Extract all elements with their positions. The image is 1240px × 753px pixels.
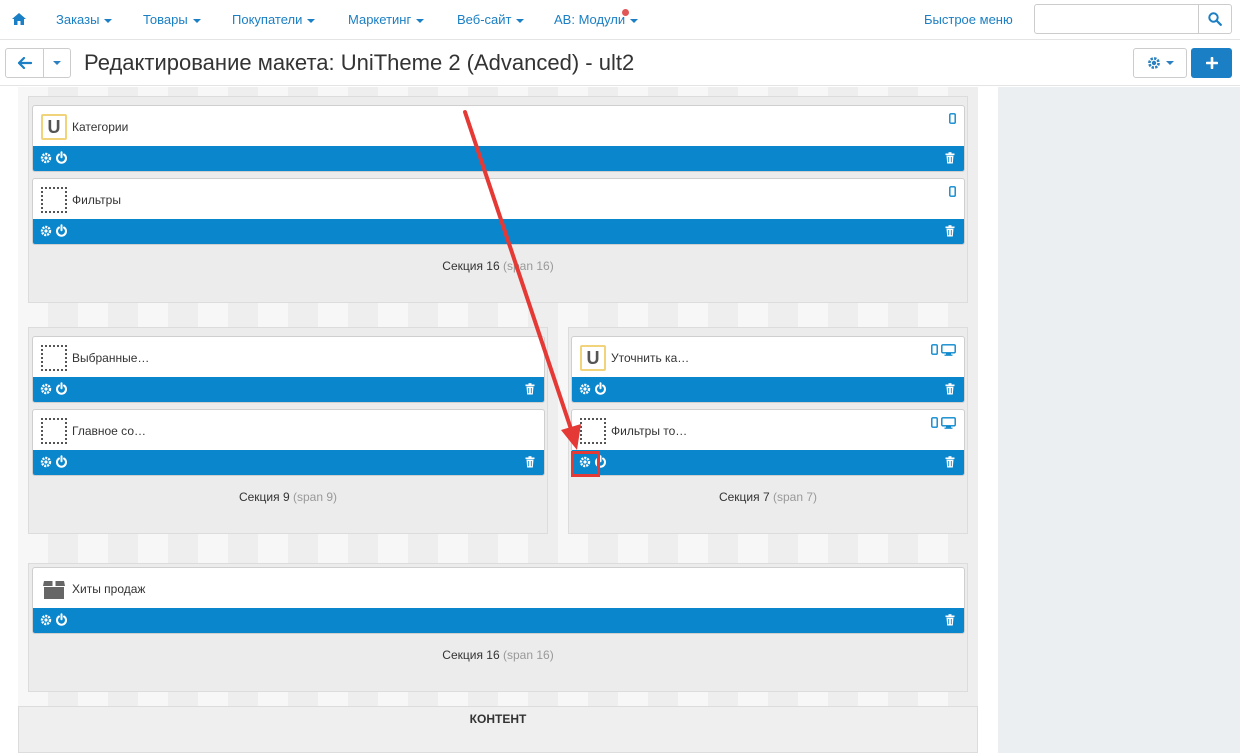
chevron-down-icon [416,18,425,23]
unitheme-u-icon: U [41,114,67,140]
block-selected[interactable]: Выбранные… [32,336,545,403]
trash-icon[interactable] [945,225,955,237]
container-label: КОНТЕНТ [469,712,527,726]
block-toolbar [33,146,964,171]
search-field [1034,4,1232,34]
block-main-content[interactable]: Главное со… [32,409,545,476]
home-icon[interactable] [11,11,27,27]
quick-menu-link[interactable]: Быстрое меню [924,12,1013,27]
block-categories[interactable]: U Категории [32,105,965,172]
chevron-down-icon [104,18,113,23]
nav-item-products[interactable]: Товары [143,12,201,27]
gear-icon[interactable] [40,614,52,626]
block-toolbar [33,608,964,633]
top-navbar: Заказы Товары Покупатели Маркетинг Веб-с… [0,0,1240,40]
block-name: Фильтры то… [611,424,688,438]
empty-block-icon [41,345,67,371]
phone-icon [949,186,956,197]
block-toolbar [33,377,544,402]
power-icon[interactable] [55,382,68,395]
right-sidebar-panel [998,87,1240,753]
title-bar: Редактирование макета: UniTheme 2 (Advan… [0,40,1240,86]
block-refine-categories[interactable]: U Уточнить ка… [571,336,965,403]
gear-icon[interactable] [40,225,52,237]
block-name: Хиты продаж [72,582,146,596]
block-name: Выбранные… [72,351,150,365]
trash-icon[interactable] [945,383,955,395]
block-toolbar [572,377,964,402]
block-product-filters[interactable]: Фильтры то… [571,409,965,476]
power-icon[interactable] [55,613,68,626]
notification-dot [622,9,629,16]
block-name: Фильтры [72,193,121,207]
gear-icon[interactable] [40,456,52,468]
grid-title: Секция 7 (span 7) [718,490,818,504]
block-toolbar [33,219,964,244]
box-icon [41,576,67,602]
nav-item-customers[interactable]: Покупатели [232,12,316,27]
nav-item-marketing[interactable]: Маркетинг [348,12,425,27]
block-toolbar [33,450,544,475]
empty-block-icon [580,418,606,444]
trash-icon[interactable] [525,456,535,468]
unitheme-u-icon: U [580,345,606,371]
block-name: Категории [72,120,129,134]
trash-icon[interactable] [945,456,955,468]
nav-item-website[interactable]: Веб-сайт [457,12,525,27]
back-button[interactable] [6,49,44,77]
content-container[interactable]: КОНТЕНТ [18,706,978,753]
phone-icon [931,417,938,428]
grid-title: Секция 16 (span 16) [442,259,554,273]
chevron-down-icon [192,18,201,23]
chevron-down-icon [53,61,61,65]
empty-block-icon [41,418,67,444]
power-icon[interactable] [55,455,68,468]
power-icon[interactable] [55,151,68,164]
trash-icon[interactable] [945,614,955,626]
gear-icon[interactable] [579,383,591,395]
search-button[interactable] [1198,5,1231,33]
block-toolbar [572,450,964,475]
grid-title: Секция 16 (span 16) [442,648,554,662]
nav-item-orders[interactable]: Заказы [56,12,113,27]
arrow-left-icon [17,57,32,69]
trash-icon[interactable] [525,383,535,395]
gear-icon [1147,57,1160,69]
page-title: Редактирование макета: UniTheme 2 (Advan… [84,50,635,75]
search-input[interactable] [1035,5,1199,33]
settings-dropdown-button[interactable] [1133,48,1187,78]
add-button[interactable] [1191,48,1232,78]
chevron-down-icon [516,18,525,23]
block-name: Главное со… [72,424,146,438]
power-icon[interactable] [55,224,68,237]
grid-title: Секция 9 (span 9) [238,490,338,504]
highlight-box [571,451,600,477]
block-filters[interactable]: Фильтры [32,178,965,245]
trash-icon[interactable] [945,152,955,164]
desktop-icon [941,417,956,429]
block-name: Уточнить ка… [611,351,690,365]
history-dropdown-button[interactable] [44,49,70,77]
phone-icon [931,344,938,355]
phone-icon [949,113,956,124]
empty-block-icon [41,187,67,213]
desktop-icon [941,344,956,356]
gear-icon[interactable] [40,383,52,395]
plus-icon [1205,57,1218,69]
gear-icon[interactable] [40,152,52,164]
back-button-group [5,48,71,78]
block-bestsellers[interactable]: Хиты продаж [32,567,965,634]
chevron-down-icon [630,18,639,23]
search-icon [1208,12,1222,26]
chevron-down-icon [1165,61,1174,65]
chevron-down-icon [307,18,316,23]
power-icon[interactable] [594,382,607,395]
